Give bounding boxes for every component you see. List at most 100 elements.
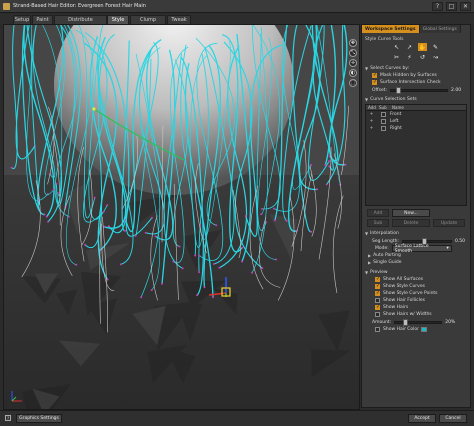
help-icon[interactable]: ? — [5, 415, 11, 421]
seg-length-slider-knob[interactable] — [421, 237, 427, 245]
surface-intersection-checkbox[interactable]: ✓ — [372, 80, 377, 85]
accept-button[interactable]: Accept — [408, 414, 436, 423]
strand-point — [241, 260, 243, 263]
strand-point — [45, 215, 48, 218]
curl-icon[interactable]: ↺ — [418, 53, 427, 61]
collapse-triangle-icon[interactable]: ▼ — [365, 66, 368, 71]
scissors-icon[interactable]: ✂ — [392, 53, 401, 61]
show-hair-follicles-checkbox[interactable] — [375, 298, 380, 303]
strand-point — [106, 278, 109, 281]
sub-checkbox[interactable] — [381, 126, 386, 131]
mask-hidden-checkbox[interactable]: ✓ — [372, 73, 377, 78]
strand-point — [196, 294, 199, 297]
new-set-button[interactable]: New... — [392, 209, 430, 217]
offset-slider-row: Offset: 2.00 — [362, 86, 470, 94]
set-name: Left — [390, 119, 399, 124]
seg-length-slider[interactable] — [401, 237, 452, 245]
show-style-curves-row[interactable]: ✓ Show Style Curves — [362, 283, 470, 290]
update-button[interactable]: Update — [433, 219, 465, 227]
wand-icon[interactable]: ⚡ — [405, 53, 414, 61]
show-hairs-widths-row[interactable]: Show Hairs w/ Widths — [362, 311, 470, 318]
nav-pan-icon[interactable]: ✛ — [349, 59, 357, 67]
comb-icon[interactable]: ✋ — [418, 43, 427, 51]
collapse-triangle-icon[interactable]: ▼ — [365, 270, 368, 275]
show-hairs-row[interactable]: ✓ Show Hairs — [362, 304, 470, 311]
app-logo-icon — [3, 2, 10, 10]
show-hairs-widths-checkbox[interactable] — [375, 312, 380, 317]
surface-intersection-row[interactable]: ✓ Surface Intersection Check — [362, 79, 470, 86]
chevron-down-icon: ▾ — [446, 246, 449, 251]
hair-color-swatch[interactable] — [421, 327, 427, 332]
arrow-select-icon[interactable]: ↖ — [392, 43, 401, 51]
nav-frame-icon[interactable]: ⬚ — [349, 79, 357, 87]
amount-slider[interactable] — [394, 318, 443, 326]
tab-clump[interactable]: Clump — [130, 15, 166, 24]
cancel-button[interactable]: Cancel — [439, 414, 467, 423]
strand-point — [140, 296, 143, 299]
expand-triangle-icon[interactable]: ▶ — [368, 253, 371, 258]
maximize-button[interactable]: □ — [446, 2, 457, 11]
add-set-icon[interactable]: + — [366, 126, 377, 131]
add-set-icon[interactable]: + — [366, 112, 377, 117]
table-row[interactable]: + Right — [366, 125, 466, 132]
help-window-button[interactable]: ? — [432, 2, 443, 11]
sub-checkbox[interactable] — [381, 112, 386, 117]
seg-length-value: 0.50 — [454, 238, 465, 244]
show-style-curves-label: Show Style Curves — [383, 284, 425, 289]
sub-checkbox[interactable] — [381, 119, 386, 124]
strand-point — [215, 224, 218, 227]
tab-style[interactable]: Style — [107, 15, 129, 24]
show-hairs-checkbox[interactable]: ✓ — [375, 305, 380, 310]
header-add: Add — [368, 105, 376, 110]
show-style-curves-checkbox[interactable]: ✓ — [375, 284, 380, 289]
tab-paint[interactable]: Paint — [32, 15, 53, 24]
table-row[interactable]: + Left — [366, 118, 466, 125]
collapse-triangle-icon[interactable]: ▼ — [365, 231, 368, 236]
strand-point — [43, 213, 46, 216]
close-button[interactable]: ✕ — [460, 2, 471, 11]
add-button[interactable]: Add — [367, 209, 389, 217]
show-style-curve-points-checkbox[interactable]: ✓ — [375, 291, 380, 296]
show-all-surfaces-row[interactable]: ✓ Show All Surfaces — [362, 276, 470, 283]
delete-button[interactable]: Delete — [392, 219, 430, 227]
curve-selection-sets-section: ▼ Curve Selection Sets — [362, 96, 470, 103]
collapse-triangle-icon[interactable]: ▼ — [365, 97, 368, 102]
strand-point — [10, 166, 13, 169]
graphics-settings-button[interactable]: Graphics Settings — [16, 414, 62, 423]
show-hair-color-row[interactable]: Show Hair Color — [362, 326, 470, 333]
mode-row: Mode: Surface Lattice Smooth ▾ — [362, 244, 470, 254]
mode-select[interactable]: Surface Lattice Smooth ▾ — [391, 244, 452, 254]
show-style-curve-points-row[interactable]: ✓ Show Style Curve Points — [362, 290, 470, 297]
strand-point — [198, 254, 201, 257]
table-row[interactable]: + Front — [366, 111, 466, 118]
strand-point — [198, 271, 201, 274]
viewport-3d[interactable]: ✥ ⤡ ✛ ◐ ⬚ — [3, 24, 360, 410]
tab-tweak[interactable]: Tweak — [167, 15, 191, 24]
show-hair-follicles-row[interactable]: Show Hair Follicles — [362, 297, 470, 304]
tab-global-settings[interactable]: Global Settings — [419, 25, 461, 33]
arrow-move-icon[interactable]: ↗ — [405, 43, 414, 51]
add-set-icon[interactable]: + — [366, 119, 377, 124]
tab-workspace-settings[interactable]: Workspace Settings — [362, 25, 420, 33]
sub-button[interactable]: Sub — [367, 219, 389, 227]
bend-icon[interactable]: ↝ — [431, 53, 440, 61]
offset-slider[interactable] — [390, 86, 449, 94]
show-all-surfaces-checkbox[interactable]: ✓ — [375, 277, 380, 282]
nav-orbit-icon[interactable]: ◐ — [349, 69, 357, 77]
tab-distribute[interactable]: Distribute — [54, 15, 107, 24]
strand-point — [119, 263, 122, 266]
mask-hidden-row[interactable]: ✓ Mask Hidden by Surfaces — [362, 72, 470, 79]
strand-point — [244, 215, 247, 217]
tab-setup[interactable]: Setup — [13, 15, 31, 24]
nav-zoom-icon[interactable]: ⤡ — [349, 49, 357, 57]
nav-select-icon[interactable]: ✥ — [349, 39, 357, 47]
strand-point — [328, 165, 331, 168]
single-guide-section[interactable]: ▶ Single Guide — [362, 259, 470, 266]
pen-icon[interactable]: ✎ — [431, 43, 440, 51]
amount-label: Amount: — [372, 319, 392, 325]
expand-triangle-icon[interactable]: ▶ — [368, 260, 371, 265]
interpolation-section: ▼ Interpolation — [362, 230, 470, 237]
amount-slider-knob[interactable] — [403, 318, 409, 326]
offset-slider-knob[interactable] — [396, 86, 402, 94]
show-hair-color-checkbox[interactable] — [375, 327, 380, 332]
